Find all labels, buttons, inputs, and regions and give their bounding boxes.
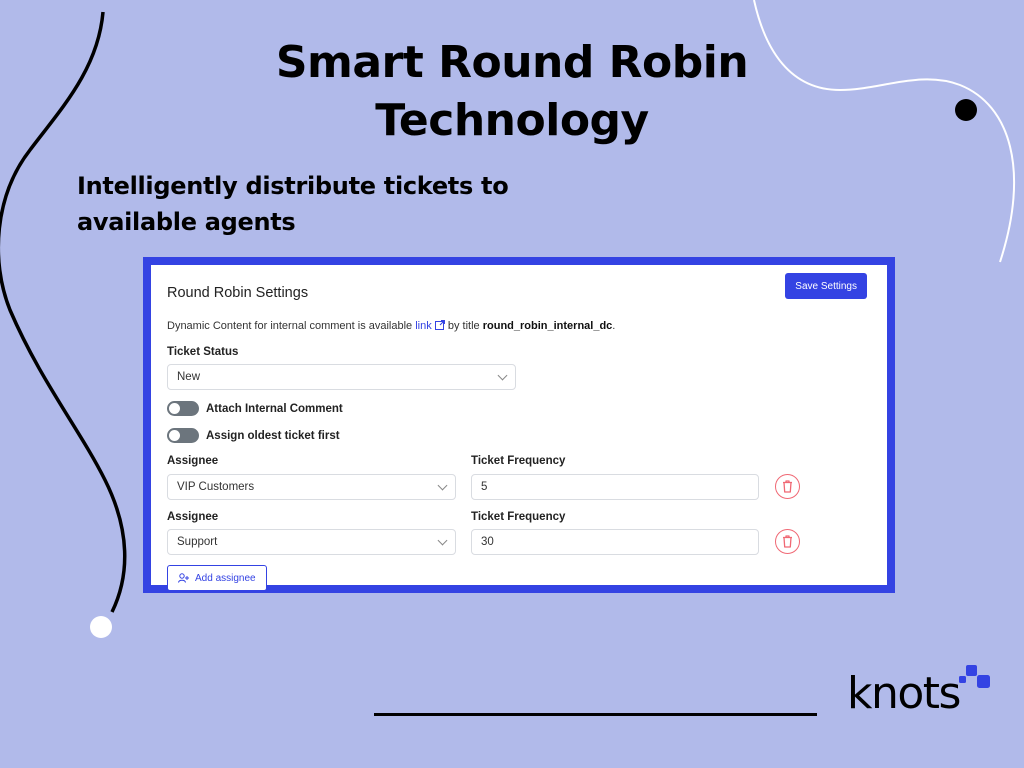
assignee-value: Support [177, 536, 218, 548]
trash-icon [783, 535, 792, 548]
logo-mark-icon [959, 665, 990, 688]
info-prefix: Dynamic Content for internal comment is … [167, 320, 416, 332]
dynamic-content-title: round_robin_internal_dc [482, 320, 613, 332]
assignee-select[interactable]: Support [167, 529, 456, 555]
ticket-frequency-value: 5 [481, 481, 488, 493]
assign-oldest-ticket-toggle[interactable] [167, 428, 199, 443]
ticket-frequency-value: 30 [481, 536, 494, 548]
chevron-down-icon [437, 480, 448, 490]
dynamic-content-info: Dynamic Content for internal comment is … [167, 320, 615, 332]
add-assignee-label: Add assignee [195, 572, 256, 584]
title-line-2: Technology [375, 95, 649, 146]
assign-oldest-toggle-row: Assign oldest ticket first [167, 428, 340, 443]
attach-internal-comment-toggle-row: Attach Internal Comment [167, 401, 343, 416]
save-settings-button[interactable]: Save Settings [785, 273, 867, 299]
assignee-value: VIP Customers [177, 481, 255, 493]
round-robin-settings-panel: Round Robin Settings Save Settings Dynam… [151, 265, 887, 591]
dynamic-content-link[interactable]: link [415, 320, 445, 332]
subtitle-line-2: available agents [77, 208, 296, 236]
assign-oldest-ticket-label: Assign oldest ticket first [206, 429, 340, 442]
external-link-icon [434, 320, 445, 330]
ticket-status-value: New [177, 371, 201, 383]
add-user-icon [178, 573, 189, 583]
panel-title: Round Robin Settings [167, 285, 309, 301]
info-middle: by title [444, 320, 483, 332]
trash-icon [783, 480, 792, 493]
ticket-status-select[interactable]: New [167, 364, 516, 390]
white-dot [90, 616, 112, 638]
knots-logo: knots [847, 664, 997, 724]
assignee-label: Assignee [167, 455, 219, 467]
slide-title: Smart Round Robin Technology [0, 34, 1024, 150]
info-suffix: . [612, 320, 616, 332]
ticket-frequency-input[interactable]: 30 [471, 529, 759, 555]
toggle-knob [169, 430, 180, 441]
attach-internal-comment-toggle[interactable] [167, 401, 199, 416]
attach-internal-comment-label: Attach Internal Comment [206, 402, 343, 415]
decorative-underline [374, 713, 817, 716]
chevron-down-icon [497, 370, 508, 380]
toggle-knob [169, 403, 180, 414]
delete-assignee-button[interactable] [775, 474, 800, 499]
ticket-frequency-label: Ticket Frequency [471, 511, 566, 523]
ticket-frequency-input[interactable]: 5 [471, 474, 759, 500]
link-text[interactable]: link [415, 320, 432, 332]
ticket-status-label: Ticket Status [167, 346, 239, 358]
title-line-1: Smart Round Robin [275, 37, 749, 88]
delete-assignee-button[interactable] [775, 529, 800, 554]
screenshot-frame: Round Robin Settings Save Settings Dynam… [143, 257, 895, 593]
subtitle-line-1: Intelligently distribute tickets to [77, 172, 509, 200]
assignee-select[interactable]: VIP Customers [167, 474, 456, 500]
chevron-down-icon [437, 535, 448, 545]
assignee-label: Assignee [167, 511, 219, 523]
ticket-frequency-label: Ticket Frequency [471, 455, 566, 467]
add-assignee-button[interactable]: Add assignee [167, 565, 267, 591]
slide-subtitle: Intelligently distribute tickets to avai… [77, 168, 577, 240]
